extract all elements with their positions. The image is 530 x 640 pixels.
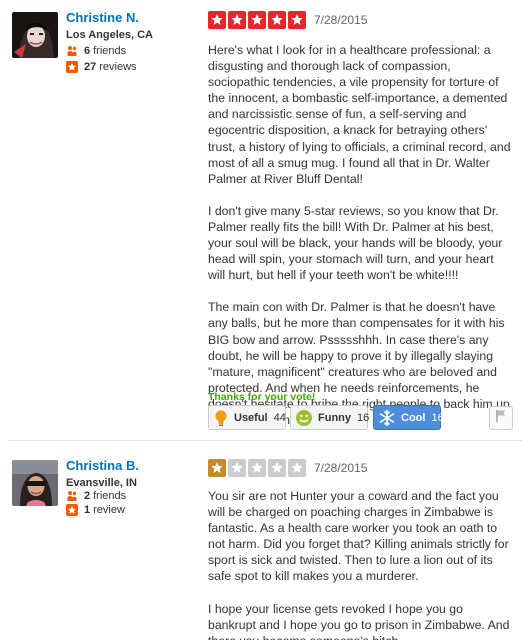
cool-vote-button[interactable]: Cool 16: [373, 405, 444, 430]
friends-number: 2: [84, 490, 91, 502]
flag-button[interactable]: [489, 406, 513, 430]
smiley-icon: [295, 409, 313, 427]
snowflake-icon: [378, 409, 396, 427]
flag-icon: [495, 409, 507, 428]
lightbulb-icon: [213, 409, 229, 427]
review-date: 7/28/2015: [314, 13, 368, 27]
review-paragraph: Here's what I look for in a healthcare p…: [208, 43, 511, 186]
friends-number: 6: [84, 45, 91, 57]
review-paragraph: I don't give many 5-star reviews, so you…: [208, 203, 503, 283]
user-name-link[interactable]: Christina B.: [66, 458, 139, 473]
useful-vote-button[interactable]: Useful 44: [208, 405, 286, 430]
thanks-message: Thanks for your vote!: [208, 391, 316, 403]
star-icon: [268, 459, 286, 477]
friends-label: friends: [93, 45, 127, 57]
avatar[interactable]: [12, 12, 58, 58]
review-text: You sir are not Hunter your a coward and…: [208, 488, 514, 640]
useful-label: Useful: [234, 411, 268, 424]
review-star-icon: [66, 61, 78, 73]
star-icon: [228, 11, 246, 29]
user-location: Evansville, IN: [66, 477, 137, 489]
friends-label: friends: [93, 490, 127, 502]
review-divider: [8, 440, 522, 441]
review-item: Christina B. Evansville, IN 2 friends 1 …: [0, 448, 530, 640]
review-date: 7/28/2015: [314, 461, 368, 475]
star-icon: [208, 11, 226, 29]
star-icon: [248, 459, 266, 477]
user-name-link[interactable]: Christine N.: [66, 10, 139, 25]
cool-count: 16: [431, 411, 444, 424]
star-icon: [228, 459, 246, 477]
review-star-icon: [66, 504, 78, 516]
star-icon: [288, 11, 306, 29]
user-location: Los Angeles, CA: [66, 29, 153, 41]
funny-count: 16: [357, 411, 370, 424]
reviews-number: 27: [84, 61, 97, 73]
avatar[interactable]: [12, 460, 58, 506]
review-text: Here's what I look for in a healthcare p…: [208, 42, 514, 444]
reviews-number: 1: [84, 504, 91, 516]
friends-icon: [66, 45, 78, 57]
reviews-label: review: [93, 504, 125, 516]
review-paragraph: I hope your license gets revoked I hope …: [208, 601, 510, 640]
star-icon: [268, 11, 286, 29]
reviews-count: 1 review: [66, 504, 125, 516]
reviews-count: 27 reviews: [66, 61, 137, 73]
star-icon: [208, 459, 226, 477]
cool-label: Cool: [401, 411, 426, 424]
useful-count: 44: [273, 411, 286, 424]
star-rating: [208, 459, 306, 477]
star-rating: [208, 11, 306, 29]
star-icon: [248, 11, 266, 29]
review-item: Christine N. Los Angeles, CA 6 friends 2…: [0, 0, 530, 438]
funny-vote-button[interactable]: Funny 16: [290, 405, 370, 430]
review-paragraph: You sir are not Hunter your a coward and…: [208, 489, 509, 584]
friends-count: 2 friends: [66, 490, 126, 502]
star-icon: [288, 459, 306, 477]
friends-icon: [66, 490, 78, 502]
reviews-label: reviews: [99, 61, 137, 73]
funny-label: Funny: [318, 411, 351, 424]
friends-count: 6 friends: [66, 45, 126, 57]
